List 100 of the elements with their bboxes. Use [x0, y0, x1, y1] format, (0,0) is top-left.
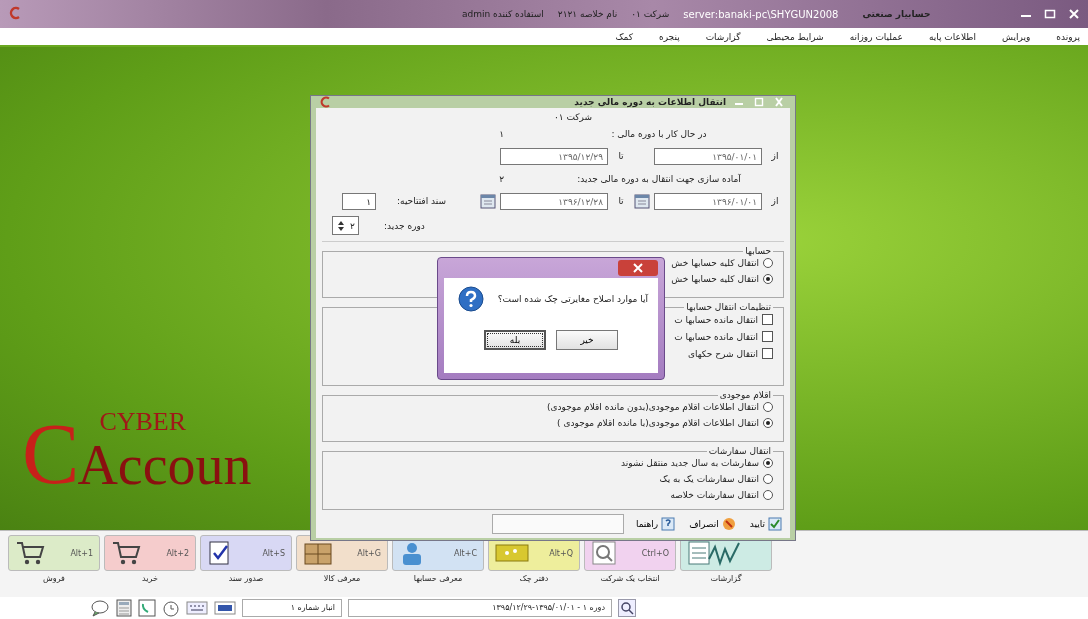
shortcut-label: Alt+G [357, 548, 381, 558]
menu-item[interactable]: کمک [615, 31, 633, 42]
period-number: ۲ [499, 173, 504, 184]
search-icon[interactable] [618, 599, 636, 617]
calendar-icon[interactable] [634, 193, 650, 209]
magnifier-icon [591, 540, 617, 566]
option-label: انتقال اطلاعات اقلام موجودی(با مانده اقلام موجودی ) [557, 418, 759, 428]
dialog-button[interactable]: تایید [747, 516, 784, 532]
option-label: انتقال کلیه حسابها خش [671, 258, 759, 268]
option-label: انتقال سفارشات خلاصه [670, 490, 759, 500]
option-label: انتقال سفارشات یک به یک [659, 474, 759, 484]
dialog-button[interactable]: خیر [556, 330, 618, 350]
from-label: از [770, 196, 780, 206]
close-icon[interactable] [1068, 9, 1080, 19]
opening-doc-label: سند افتتاحیه: [396, 196, 446, 206]
toolbar-label: فروش [42, 574, 66, 583]
option-label: انتقال کلیه حسابها خش [671, 274, 759, 284]
logo-text: CYBER [99, 407, 188, 437]
shortcut-label: Alt+Q [549, 548, 573, 558]
server-name: server:banaki-pc\SHYGUN2008 [683, 8, 839, 20]
radio-button[interactable] [763, 490, 773, 500]
chat-icon[interactable] [90, 599, 110, 617]
group-title: حسابها [744, 246, 772, 256]
cancel-icon [721, 517, 736, 531]
toolbar-label: معرفی کالا [322, 574, 362, 583]
company-name: شرکت ۰۱ [552, 112, 594, 122]
window-title: حسابیار صنعتی [862, 9, 931, 19]
radio-button[interactable] [763, 458, 773, 468]
period-field: دوره ۱ - ۱۳۹۵/۰۱/۰۱-۱۳۹۵/۱۲/۲۹ [348, 599, 612, 617]
radio-button[interactable] [763, 418, 773, 428]
checkbox[interactable] [762, 331, 773, 342]
date-field[interactable]: ۱۳۹۵/۱۲/۲۹ [500, 147, 608, 165]
menu-item[interactable]: شرایط محیطی [766, 31, 824, 42]
toolbar-label: انتخاب یک شرکت [599, 574, 661, 583]
option-label: انتقال مانده حسابها ت [674, 314, 758, 325]
toolbar-label: دفتر چک [518, 574, 550, 583]
shelf-icon [303, 540, 333, 566]
group-title: انتقال سفارشات [707, 446, 772, 456]
clock-icon[interactable] [162, 599, 180, 617]
option-label: انتقال اطلاعات اقلام موجودی(بدون مانده اقلام موجودی) [547, 402, 759, 412]
title-info: شرکت ۰۱ [631, 9, 670, 19]
calendar-icon[interactable] [480, 193, 496, 209]
dialog-button[interactable]: بله [484, 330, 546, 350]
dialog-button[interactable]: راهنما [633, 516, 678, 532]
checkbox[interactable] [762, 348, 773, 359]
menu-item[interactable]: ویرایش [1001, 31, 1031, 42]
from-label: از [770, 151, 780, 161]
period-caption: آماده سازی جهت انتقال به دوره مالی جدید: [576, 173, 742, 184]
keyboard-icon [186, 601, 208, 615]
question-icon [457, 286, 484, 312]
help-icon [661, 517, 676, 531]
title-info: نام خلاصه ۲۱۲۱ [557, 9, 618, 19]
shortcut-label: Alt+2 [166, 548, 189, 558]
to-label: تا [617, 196, 625, 206]
radio-button[interactable] [763, 474, 773, 484]
menu-item[interactable]: پرونده [1056, 31, 1080, 42]
radio-button[interactable] [763, 258, 773, 268]
shortcut-label: Alt+1 [70, 548, 93, 558]
toolbar-label: معرفی حسابها [412, 574, 464, 583]
option-label: انتقال شرح حکهای [687, 348, 758, 359]
flag-icon [214, 601, 236, 615]
group-title: تنظیمات انتقال حسابها [685, 302, 772, 312]
option-label: انتقال مانده حسابها ت [674, 331, 758, 342]
maximize-icon[interactable] [1044, 9, 1056, 19]
date-field[interactable]: ۱۳۹۶/۰۱/۰۱ [654, 192, 762, 210]
cart-icon [15, 540, 45, 566]
menu-item[interactable]: اطلاعات پایه [928, 31, 976, 42]
date-field[interactable]: ۱۳۹۵/۰۱/۰۱ [654, 147, 762, 165]
opening-doc-field[interactable]: ۱ [342, 192, 376, 210]
date-field[interactable]: ۱۳۹۶/۱۲/۲۸ [500, 192, 608, 210]
logo-text: Accoun [77, 437, 252, 493]
to-label: تا [617, 151, 625, 161]
shortcut-label: Alt+S [262, 548, 285, 558]
radio-button[interactable] [763, 274, 773, 284]
period-caption: در حال کار با دوره مالی : [610, 128, 708, 139]
close-icon[interactable] [618, 260, 658, 276]
checkbox[interactable] [762, 314, 773, 325]
period-number: ۱ [499, 128, 504, 139]
menu-item[interactable]: گزارشات [705, 31, 741, 42]
check-icon [768, 517, 782, 531]
shortcut-label: Alt+C [453, 548, 477, 558]
toolbar-label: خرید [141, 574, 159, 583]
chart-icon [687, 539, 743, 567]
phone-book-icon[interactable] [138, 599, 156, 617]
group-title: اقلام موجودی [718, 390, 772, 400]
message-text: آیا موارد اصلاح مغایرتی چک شده است؟ [497, 294, 648, 304]
title-info: استفاده کننده admin [462, 9, 544, 19]
warehouse-field: انبار شماره ۱ [242, 599, 342, 617]
new-period-spinner[interactable]: ۲ [332, 216, 359, 235]
dialog-title: انتقال اطلاعات به دوره مالی جدید [574, 97, 726, 107]
toolbar-label: صدور سند [227, 574, 265, 583]
radio-button[interactable] [763, 402, 773, 412]
app-logo-icon [320, 96, 332, 108]
menu-item[interactable]: عملیات روزانه [849, 31, 903, 42]
app-logo-icon [8, 6, 22, 20]
cheque-icon [495, 542, 529, 564]
menu-item[interactable]: پنجره [658, 31, 680, 42]
dialog-button[interactable]: انصراف [687, 516, 738, 532]
shortcut-label: Ctrl+O [641, 548, 669, 558]
toolbar-label: گزارشات [709, 574, 743, 583]
